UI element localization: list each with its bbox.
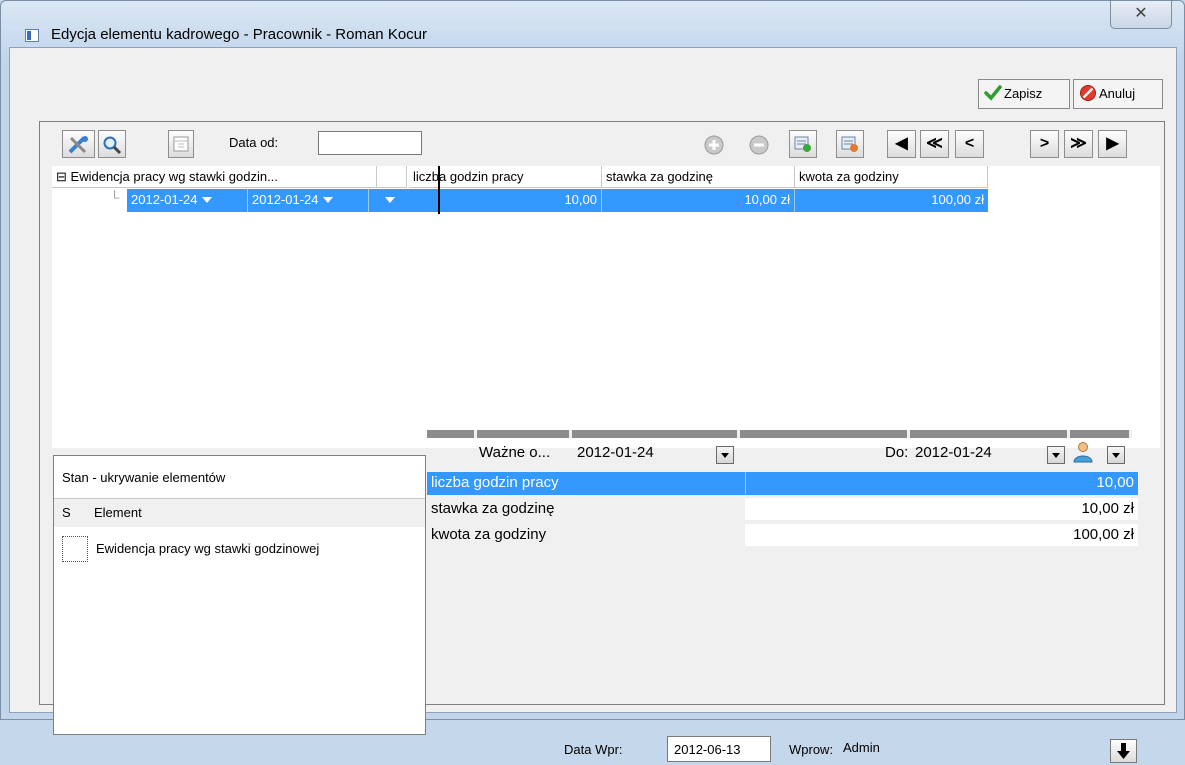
header-spacer: [377, 166, 407, 188]
user-icon[interactable]: [1072, 441, 1094, 466]
close-button[interactable]: ✕: [1110, 1, 1172, 29]
move-down-button[interactable]: [1110, 739, 1137, 763]
calendar-icon: [169, 135, 193, 153]
hide-element-checkbox[interactable]: [62, 536, 88, 562]
cancel-button[interactable]: Anuluj: [1073, 79, 1163, 109]
entered-by-value: Admin: [843, 740, 880, 755]
minus-circle-icon: [745, 134, 773, 156]
row-amount[interactable]: 100,00 zł: [795, 189, 988, 212]
collapse-icon[interactable]: ⊟: [56, 169, 67, 184]
dropdown-arrow-icon[interactable]: [201, 197, 212, 203]
save-label: Zapisz: [1004, 86, 1043, 101]
plus-circle-icon: [700, 134, 728, 156]
nav-first-button[interactable]: ◀: [887, 130, 916, 158]
frozen-column-divider: [438, 166, 440, 214]
checkmark-icon: [984, 84, 1002, 102]
date-from-label: Data od:: [229, 135, 279, 150]
row-rate[interactable]: 10,00 zł: [602, 189, 795, 212]
tools-icon: [63, 135, 94, 155]
remove-row-button[interactable]: [745, 130, 773, 158]
valid-from-value[interactable]: 2012-01-24: [577, 444, 654, 461]
prop-value[interactable]: 10,00 zł: [745, 498, 1138, 520]
entry-date-label: Data Wpr:: [564, 742, 623, 757]
search-icon: [99, 135, 125, 155]
column-splitter-bar[interactable]: [427, 430, 1132, 440]
col-amount-header[interactable]: kwota za godziny: [795, 166, 988, 188]
dropdown-arrow-icon[interactable]: [385, 197, 395, 203]
row-date-to-value: 2012-01-24: [252, 192, 319, 207]
add-record-icon: [790, 135, 816, 153]
date-from-input[interactable]: [318, 131, 422, 155]
row-date-from-value: 2012-01-24: [131, 192, 198, 207]
col-element-header: Element: [94, 505, 142, 520]
visibility-state-panel: Stan - ukrywanie elementów S Element Ewi…: [53, 455, 426, 735]
valid-from-dropdown-button[interactable]: [716, 446, 734, 464]
to-value[interactable]: 2012-01-24: [915, 444, 992, 461]
cancel-icon: [1079, 84, 1097, 102]
group-header-label: Ewidencja pracy wg stawki godzin...: [70, 169, 278, 184]
nav-last-button[interactable]: ▶: [1098, 130, 1127, 158]
prop-row-hours[interactable]: liczba godzin pracy 10,00: [427, 472, 1138, 495]
entry-date-field: 2012-06-13: [667, 736, 771, 762]
nav-prev-page-button[interactable]: ≪: [920, 130, 949, 158]
search-button[interactable]: [98, 130, 126, 158]
col-rate-header[interactable]: stawka za godzinę: [602, 166, 795, 188]
col-s-header: S: [62, 505, 71, 520]
add-record-button[interactable]: [789, 130, 817, 158]
save-button[interactable]: Zapisz: [978, 79, 1070, 109]
group-header[interactable]: ⊟ Ewidencja pracy wg stawki godzin...: [52, 166, 377, 188]
row-date-to[interactable]: 2012-01-24: [248, 189, 369, 212]
row-date-from[interactable]: 2012-01-24: [127, 189, 248, 212]
prop-value[interactable]: 10,00: [745, 472, 1138, 494]
user-dropdown-button[interactable]: [1107, 446, 1125, 464]
nav-next-page-button[interactable]: ≫: [1064, 130, 1093, 158]
add-row-button[interactable]: [700, 130, 728, 158]
tree-connector: └: [52, 189, 127, 212]
element-panel: Data od: ◀ ≪ < > ≫ ▶ ⊟ Ewidencja pracy w…: [39, 121, 1165, 763]
list-item-label: Ewidencja pracy wg stawki godzinowej: [96, 541, 320, 556]
settings-button[interactable]: [62, 130, 95, 158]
prop-label: stawka za godzinę: [431, 500, 555, 517]
dropdown-arrow-icon[interactable]: [322, 197, 333, 203]
records-grid[interactable]: ⊟ Ewidencja pracy wg stawki godzin... li…: [52, 166, 1160, 448]
prop-row-amount[interactable]: kwota za godziny 100,00 zł: [427, 524, 1138, 547]
valid-from-label: Ważne o...: [479, 444, 551, 461]
dialog-body: Zapisz Anuluj Data od: ◀ ≪ < > ≫ ▶ ⊟ Ewi…: [9, 47, 1177, 763]
state-list-header: S Element: [54, 499, 425, 527]
title-bar[interactable]: Edycja elementu kadrowego - Pracownik - …: [1, 1, 1184, 47]
row-extra-dropdown[interactable]: [369, 189, 409, 212]
state-panel-title: Stan - ukrywanie elementów: [62, 470, 226, 485]
entered-by-label: Wprow:: [789, 742, 834, 757]
details-panel: Ważne o... 2012-01-24 Do: 2012-01-24 lic…: [427, 422, 1165, 722]
nav-next-button[interactable]: >: [1030, 130, 1059, 158]
arrow-down-icon: [1111, 743, 1136, 765]
app-icon: [25, 29, 39, 42]
edit-record-icon: [837, 135, 863, 153]
edit-record-button[interactable]: [836, 130, 864, 158]
window-title: Edycja elementu kadrowego - Pracownik - …: [51, 26, 428, 43]
to-label: Do:: [885, 444, 909, 461]
nav-prev-button[interactable]: <: [955, 130, 984, 158]
prop-value[interactable]: 100,00 zł: [745, 524, 1138, 546]
prop-label: kwota za godziny: [431, 526, 547, 543]
calendar-button[interactable]: [168, 130, 194, 158]
cancel-label: Anuluj: [1099, 86, 1136, 101]
prop-label: liczba godzin pracy: [431, 474, 559, 491]
to-dropdown-button[interactable]: [1047, 446, 1065, 464]
prop-row-rate[interactable]: stawka za godzinę 10,00 zł: [427, 498, 1138, 521]
dialog-window: Edycja elementu kadrowego - Pracownik - …: [0, 0, 1185, 763]
